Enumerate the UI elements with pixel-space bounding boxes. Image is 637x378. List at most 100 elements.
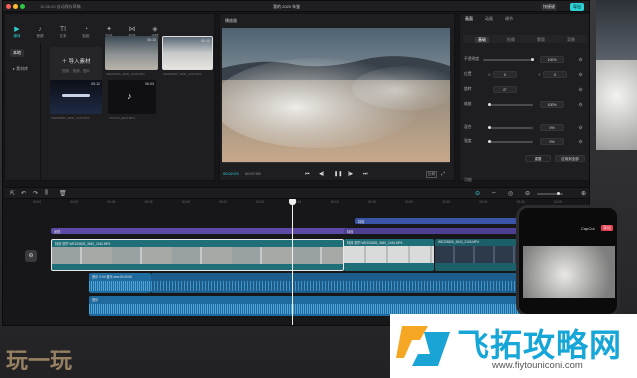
zoom-slider[interactable]: [537, 192, 563, 195]
blend-slider[interactable]: [488, 126, 533, 129]
clip-video-b[interactable]: 特效 调节 WE225826_3840_2160.MP4: [344, 239, 434, 271]
title-bar: 10:35:20 自动保存草稿 我的 2020 年鉴 快捷键 导出: [3, 1, 589, 12]
clip-sticker[interactable]: 特效: [344, 228, 524, 234]
scale-field[interactable]: 100%: [540, 101, 564, 108]
ruler-tick: 00:12: [256, 200, 265, 204]
preview-axis-icon[interactable]: ◎: [508, 190, 513, 197]
opacity-field[interactable]: 100%: [540, 56, 564, 63]
close-window-icon[interactable]: [6, 4, 11, 9]
effects-icon: ✦: [106, 26, 112, 33]
tool-sticker[interactable]: ◔ 贴纸: [76, 26, 96, 41]
opacity-knob[interactable]: [531, 58, 534, 61]
tab-canvas[interactable]: 画面: [465, 16, 473, 22]
shortcut-button[interactable]: 快捷键: [541, 2, 557, 11]
snap-icon[interactable]: ⇔: [491, 190, 497, 196]
position-x-field[interactable]: 0: [493, 71, 517, 78]
zoom-out-icon[interactable]: ⊖: [525, 190, 530, 197]
import-media-button[interactable]: ＋ 导入素材 视频、音频、图片: [50, 47, 102, 81]
strength-field[interactable]: 0%: [540, 138, 564, 145]
sidebar-item-library[interactable]: ▸ 素材库: [10, 65, 31, 73]
ratio-button[interactable]: 比例: [426, 171, 437, 178]
undo-icon[interactable]: ↶: [21, 190, 26, 197]
redo-icon[interactable]: ↷: [33, 190, 38, 197]
subtab-basic[interactable]: 基础: [475, 37, 489, 43]
bg-dark: [596, 0, 637, 60]
frame-back-button[interactable]: ◀|: [319, 171, 324, 177]
fullscreen-icon[interactable]: ⤢: [441, 171, 445, 177]
phone-export-badge[interactable]: 导出: [601, 225, 613, 231]
tool-text[interactable]: TI 文本: [53, 26, 73, 41]
apply-all-button[interactable]: 应用到全部: [555, 155, 585, 162]
frame-forward-button[interactable]: |▶: [348, 171, 353, 177]
playhead-handle[interactable]: [289, 199, 296, 205]
clip-frames: [52, 247, 343, 264]
clip-effect-top[interactable]: 特效: [355, 218, 523, 224]
timeline-panel: ⇱ ↶ ↷ ⫼ 🗑 ⊝ ⇔ ◎ ⊖ ⊕ 00:00 00:02 00:04 00:06…: [5, 187, 589, 325]
ruler-tick: 00:16: [330, 200, 339, 204]
subtab-keying[interactable]: 抠像: [507, 37, 515, 43]
tool-media[interactable]: ▶ 媒体: [7, 26, 27, 41]
media-thumb-4[interactable]: 00:03 ♪: [108, 80, 156, 114]
time-current: 00:02:03: [223, 171, 239, 176]
tab-adjust[interactable]: 调节: [505, 16, 513, 22]
ruler-tick: 00:00: [33, 200, 41, 204]
zoom-knob[interactable]: [557, 192, 560, 195]
watermark-logo-2: 玩一玩: [6, 349, 73, 374]
fit-timeline-icon[interactable]: ⊕: [581, 190, 586, 197]
minimize-window-icon[interactable]: [13, 4, 18, 9]
reset-button[interactable]: 重置: [525, 155, 551, 162]
timeline-ruler[interactable]: 00:00 00:02 00:04 00:06 00:08 00:10 00:12 00:14…: [33, 199, 589, 207]
sticker-icon: ◔: [83, 26, 89, 33]
select-tool-icon[interactable]: ⇱: [10, 190, 15, 197]
thumb-caption: TIKTOK_EDIT.MP4: [109, 116, 135, 120]
media-sidebar: 本地 ▸ 素材库: [5, 43, 41, 181]
preview-frame: [222, 28, 450, 162]
clip-video-c[interactable]: WE225826_3840_2160.MP4: [435, 239, 523, 271]
subtab-background[interactable]: 背景: [567, 37, 575, 43]
subtab-mask[interactable]: 蒙版: [537, 37, 545, 43]
skip-back-button[interactable]: ⏮: [305, 171, 310, 177]
cover-button[interactable]: ⊖: [25, 250, 37, 262]
media-icon: ▶: [14, 26, 20, 33]
sidebar-item-local[interactable]: 本地: [10, 49, 24, 57]
tab-animation[interactable]: 动画: [485, 16, 493, 22]
inspector-subtabs: 基础 抠像 蒙版 背景: [463, 35, 587, 43]
media-panel: ▶媒体 ♪音频 TI文本 ◔贴纸 ✦特效 ⋈转场 ◈滤镜 本地 ▸ 素材库 ＋ …: [4, 13, 215, 181]
rotation-field[interactable]: 0°: [493, 86, 517, 93]
preview-video[interactable]: [222, 28, 450, 162]
thumb-art: [62, 94, 90, 97]
position-label: 位置: [464, 72, 472, 76]
clip-audio-2[interactable]: 音乐: [89, 296, 523, 316]
scale-slider[interactable]: [488, 103, 533, 106]
skip-forward-button[interactable]: ⏭: [363, 171, 368, 177]
pause-button[interactable]: ❚❚: [334, 171, 342, 177]
position-x-label: X: [488, 72, 491, 77]
inspector-footer: 功能: [464, 177, 472, 182]
blend-field[interactable]: 0%: [540, 124, 564, 131]
position-y-field[interactable]: 0: [543, 71, 567, 78]
clip-video-a[interactable]: 特效 调节 WE225826_3840_2160.MP4: [51, 239, 344, 271]
time-total: 00:07:59: [245, 171, 261, 176]
playhead[interactable]: [292, 199, 293, 325]
opacity-slider[interactable]: [483, 58, 534, 61]
export-button[interactable]: 导出: [570, 2, 584, 11]
clip-audio-1b[interactable]: [151, 273, 523, 293]
delete-icon[interactable]: 🗑: [59, 190, 67, 197]
clip-audio-1[interactable]: 音乐 2:04 音乐 sea 00:00:00: [89, 273, 151, 293]
media-thumb-3[interactable]: 00:12: [50, 80, 102, 114]
phone-brand: CapCut: [581, 226, 595, 231]
media-thumb-1[interactable]: 00:10: [105, 36, 158, 70]
scale-knob[interactable]: [488, 103, 491, 106]
maximize-window-icon[interactable]: [20, 4, 25, 9]
split-icon[interactable]: ⫼: [45, 190, 48, 197]
tool-audio[interactable]: ♪ 音频: [30, 26, 50, 41]
audio-waveform: [151, 281, 523, 291]
media-thumb-2[interactable]: 00:10: [162, 36, 213, 70]
strength-slider[interactable]: [488, 140, 533, 143]
blend-knob[interactable]: [488, 126, 491, 129]
ruler-tick: 00:06: [144, 200, 153, 204]
opacity-label: 不透明度: [464, 57, 480, 61]
strength-knob[interactable]: [488, 140, 491, 143]
link-icon[interactable]: ⊝: [475, 190, 480, 197]
player-scrubber[interactable]: [222, 162, 450, 163]
